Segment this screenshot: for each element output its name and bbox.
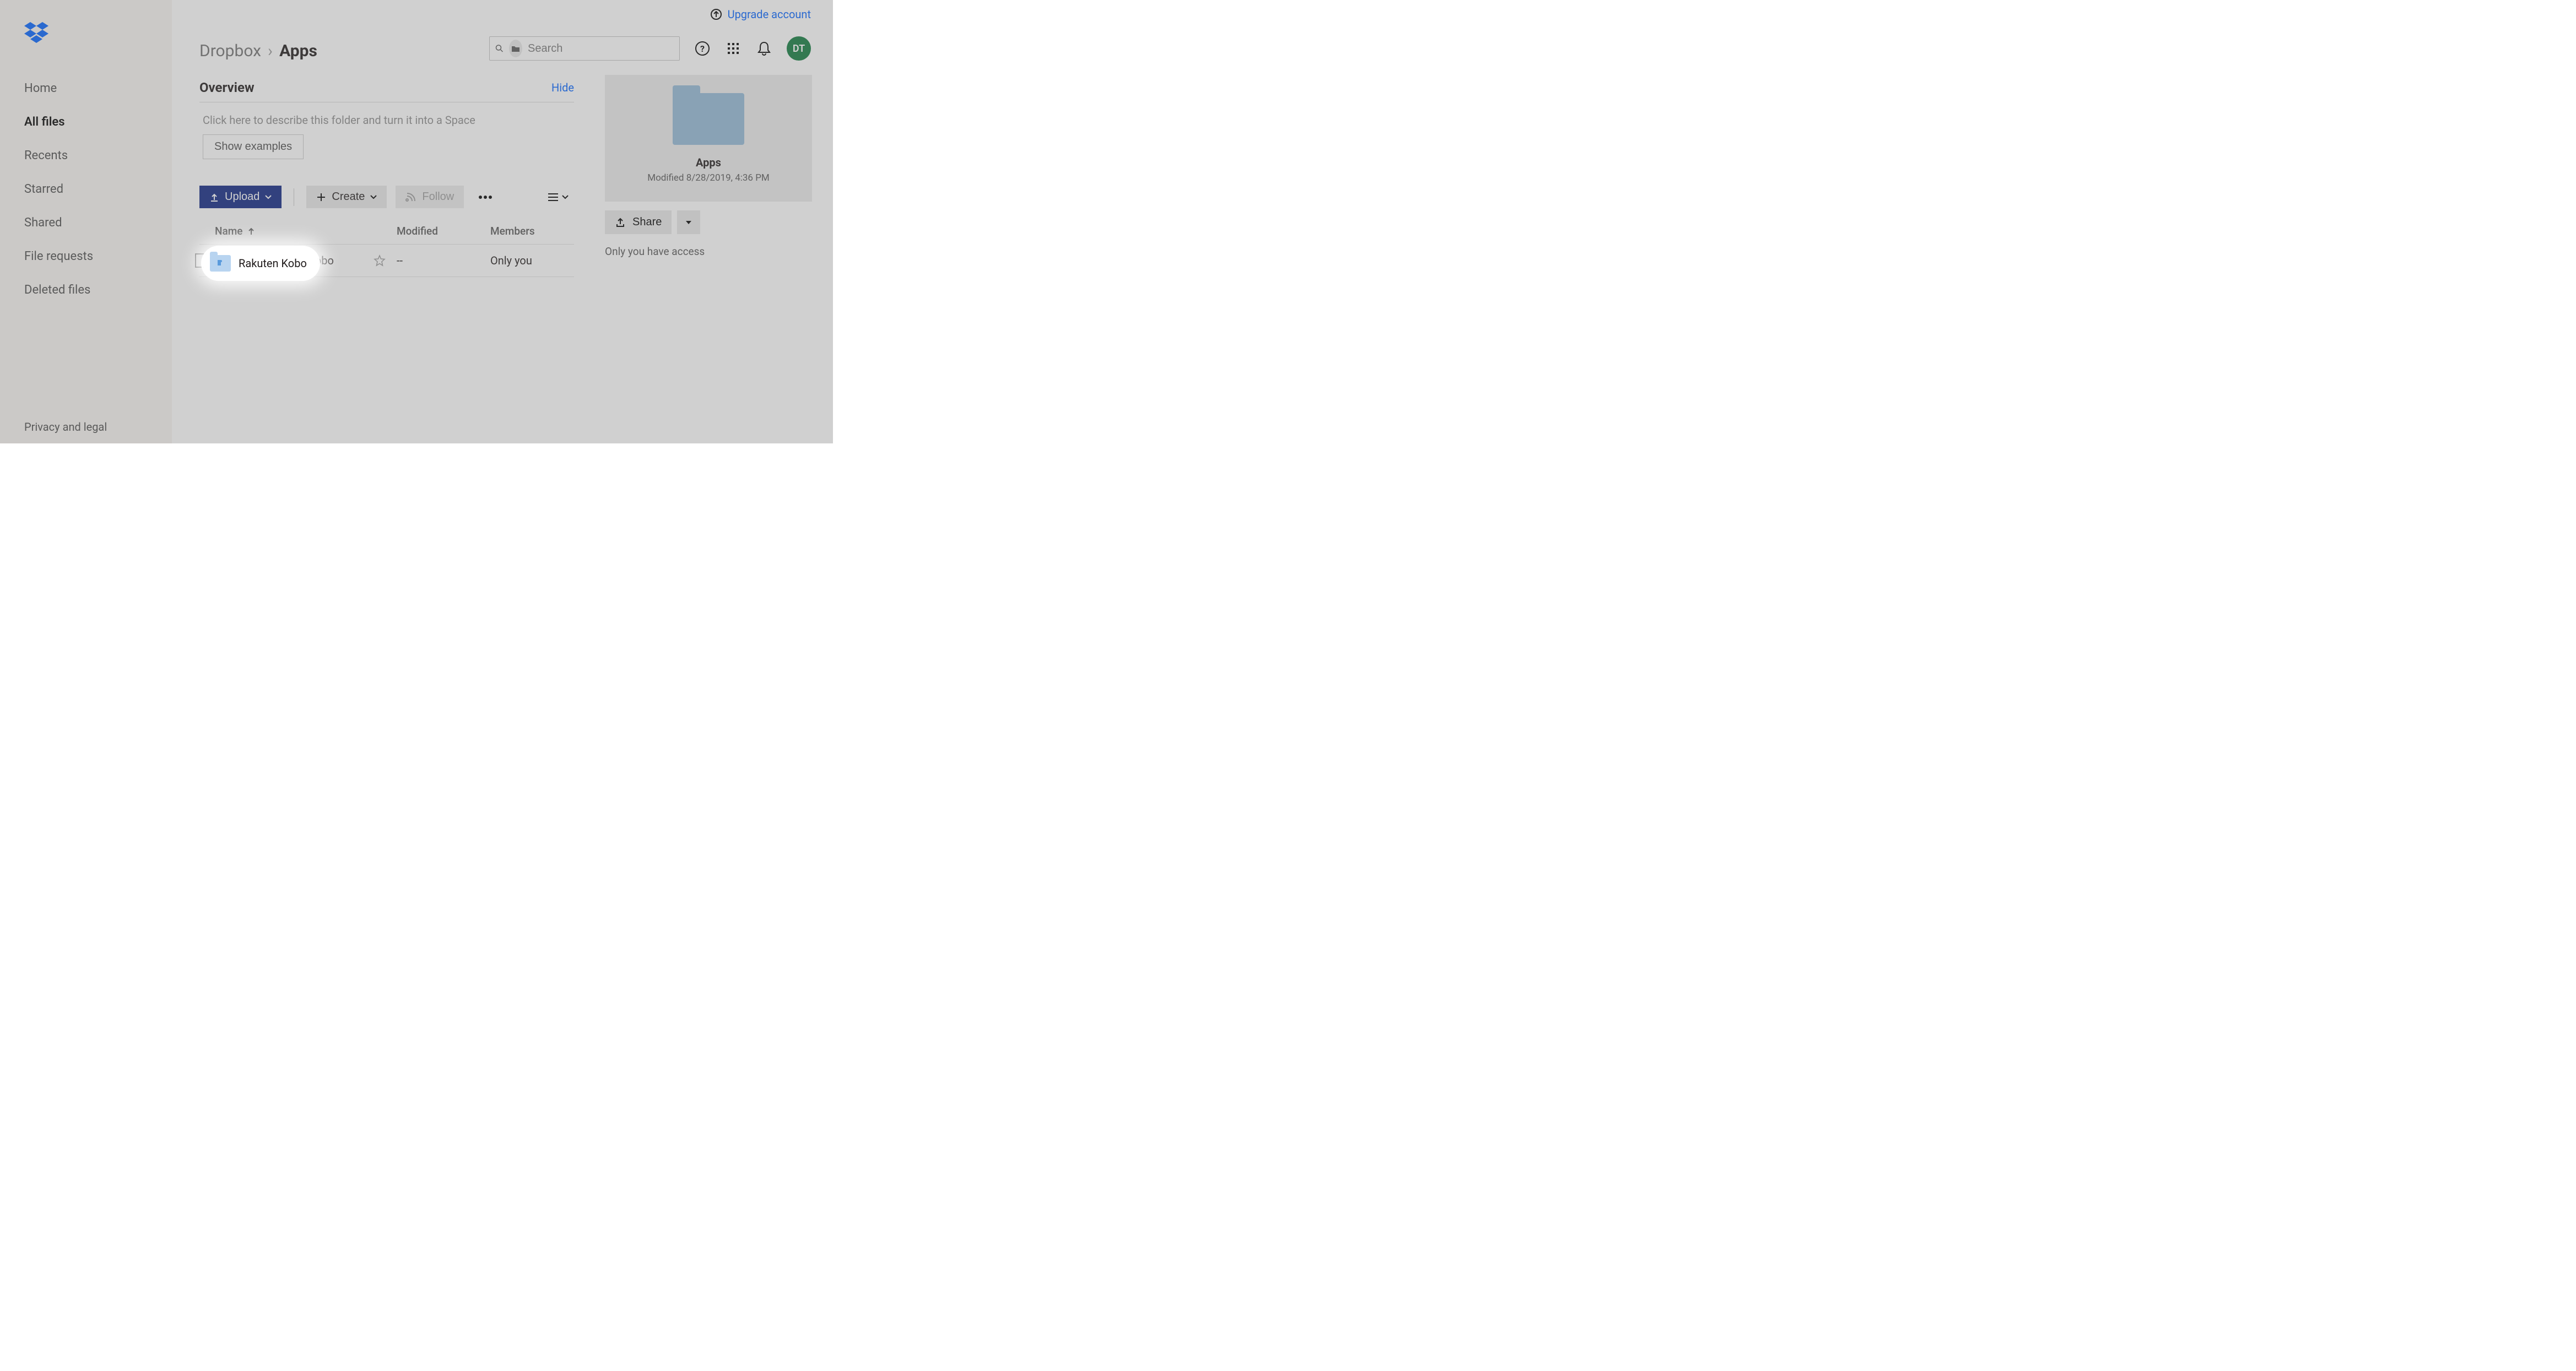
upload-icon	[209, 192, 219, 202]
plus-icon	[316, 192, 326, 202]
breadcrumb-current: Apps	[279, 41, 317, 61]
preview-title: Apps	[696, 156, 721, 169]
col-modified[interactable]: Modified	[397, 225, 490, 237]
rss-icon	[405, 192, 416, 203]
chevron-down-icon	[265, 195, 272, 199]
folder-preview-card: Apps Modified 8/28/2019, 4:36 PM	[605, 75, 812, 202]
table-header: Name Modified Members	[199, 218, 574, 245]
share-icon	[615, 217, 626, 228]
sidebar-item-all-files[interactable]: All files	[0, 105, 172, 139]
search-box[interactable]	[489, 36, 680, 61]
sidebar-item-recents[interactable]: Recents	[0, 139, 172, 172]
app-folder-icon	[210, 255, 231, 272]
list-view-icon	[548, 193, 559, 202]
sidebar-item-file-requests[interactable]: File requests	[0, 240, 172, 273]
sidebar-item-shared[interactable]: Shared	[0, 206, 172, 240]
preview-subtitle: Modified 8/28/2019, 4:36 PM	[647, 172, 770, 183]
more-actions-button[interactable]	[473, 192, 498, 203]
overview-description-placeholder[interactable]: Click here to describe this folder and t…	[199, 102, 574, 134]
create-button[interactable]: Create	[306, 186, 387, 208]
help-button[interactable]: ?	[694, 40, 711, 57]
upload-button[interactable]: Upload	[199, 186, 282, 208]
breadcrumb: Dropbox › Apps	[199, 41, 317, 61]
col-name[interactable]: Name	[215, 225, 397, 237]
show-examples-button[interactable]: Show examples	[203, 134, 304, 159]
sidebar: Home All files Recents Starred Shared Fi…	[0, 0, 172, 443]
view-mode-button[interactable]	[542, 189, 574, 205]
chevron-down-icon	[370, 195, 377, 199]
share-dropdown-button[interactable]	[677, 210, 700, 234]
overview-header: Overview Hide	[199, 80, 574, 102]
bell-icon	[757, 41, 771, 56]
share-label: Share	[632, 216, 662, 229]
svg-text:?: ?	[700, 44, 705, 54]
col-name-label: Name	[215, 225, 242, 237]
follow-button[interactable]: Follow	[396, 186, 464, 208]
row-modified: --	[397, 254, 490, 267]
sidebar-nav: Home All files Recents Starred Shared Fi…	[0, 72, 172, 307]
share-row: Share	[605, 210, 812, 234]
star-icon	[374, 254, 386, 267]
follow-label: Follow	[422, 191, 454, 203]
search-input[interactable]	[528, 42, 674, 55]
help-icon: ?	[695, 41, 710, 56]
topbar: Dropbox › Apps ? DT	[172, 0, 833, 72]
breadcrumb-separator-icon: ›	[268, 41, 273, 61]
apps-grid-button[interactable]	[725, 40, 742, 57]
highlight-spotlight: Rakuten Kobo	[203, 248, 318, 279]
dropbox-logo[interactable]	[0, 22, 172, 72]
chevron-down-icon	[562, 195, 569, 199]
avatar[interactable]: DT	[787, 36, 811, 61]
overview-hide-link[interactable]: Hide	[551, 81, 574, 94]
sidebar-item-starred[interactable]: Starred	[0, 172, 172, 206]
ellipsis-icon	[478, 195, 493, 199]
sidebar-item-home[interactable]: Home	[0, 72, 172, 105]
details-panel: Apps Modified 8/28/2019, 4:36 PM Share O…	[605, 75, 812, 258]
puzzle-icon	[215, 258, 225, 268]
sort-asc-icon	[248, 227, 255, 235]
triangle-down-icon	[685, 220, 692, 225]
folder-icon	[511, 45, 520, 52]
create-label: Create	[332, 191, 365, 203]
share-button[interactable]: Share	[605, 210, 672, 234]
search-icon	[495, 43, 504, 54]
access-text: Only you have access	[605, 245, 812, 258]
col-members[interactable]: Members	[490, 225, 584, 237]
row-members: Only you	[490, 254, 584, 267]
apps-grid-icon	[727, 42, 739, 55]
overview-title: Overview	[199, 80, 255, 95]
spotlight-label: Rakuten Kobo	[239, 257, 307, 270]
topbar-icons: ? DT	[694, 36, 811, 61]
search-scope-button[interactable]	[509, 40, 522, 57]
notifications-button[interactable]	[756, 40, 772, 57]
sidebar-item-deleted-files[interactable]: Deleted files	[0, 273, 172, 307]
star-button[interactable]	[374, 254, 386, 267]
upload-label: Upload	[225, 191, 259, 203]
breadcrumb-root[interactable]: Dropbox	[199, 41, 261, 61]
toolbar: Upload Create Follow	[199, 186, 574, 208]
privacy-legal-link[interactable]: Privacy and legal	[0, 410, 172, 443]
folder-large-icon	[673, 93, 744, 145]
